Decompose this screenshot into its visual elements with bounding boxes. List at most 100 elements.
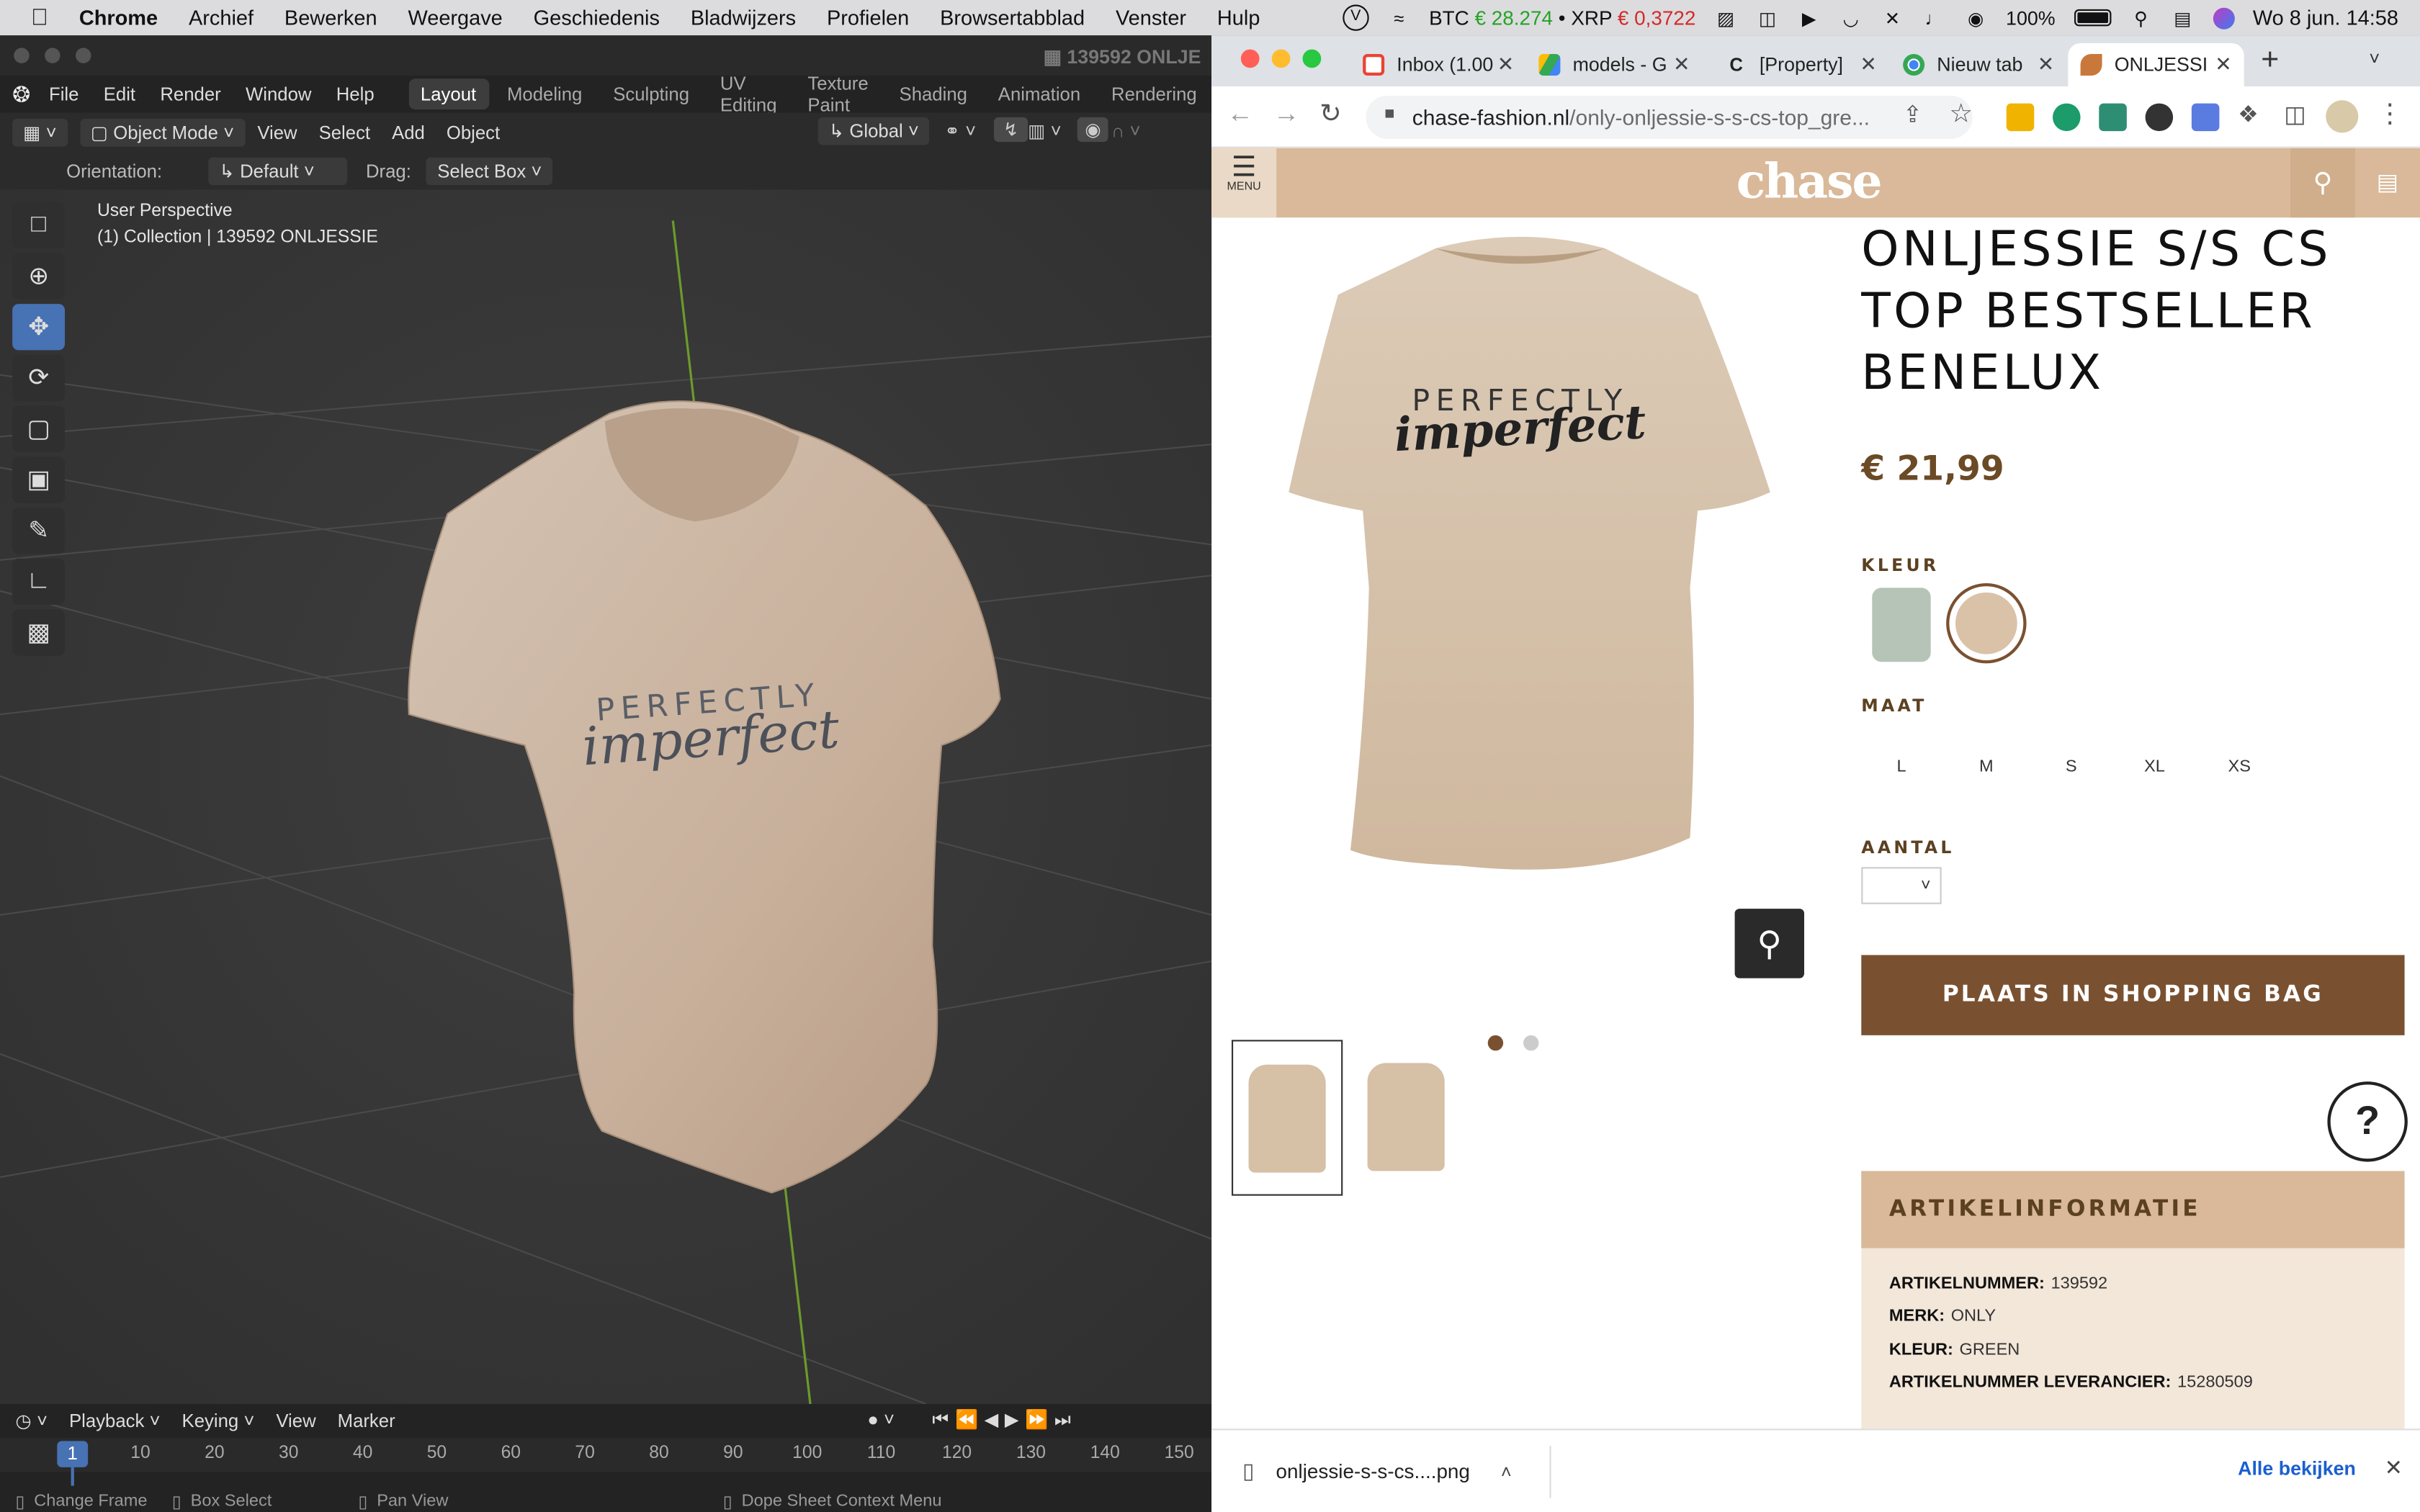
size-option-l[interactable]: L <box>1870 757 1932 776</box>
layout-icon[interactable]: ◫ <box>1756 7 1779 29</box>
3d-viewport[interactable]: PERFECTLY imperfect □ ⊕ ✥ ⟳ ▢ ▣ ✎ ∟ ▩ Us… <box>0 189 1212 1404</box>
close-download-bar-icon[interactable]: ✕ <box>2385 1455 2403 1481</box>
zoom-icon[interactable]: ⚲ <box>1734 909 1804 978</box>
measure-tool[interactable]: ∟ <box>12 558 66 605</box>
size-option-m[interactable]: M <box>1955 757 2017 776</box>
control-center-icon[interactable]: ▤ <box>2171 7 2194 29</box>
help-button[interactable]: ? <box>2327 1081 2408 1162</box>
annotate-tool[interactable]: ✎ <box>12 508 66 554</box>
tab-onljessie[interactable]: ONLJESSI ✕ <box>2068 43 2244 86</box>
menubar-item-venster[interactable]: Venster <box>1116 6 1186 30</box>
close-window-button[interactable] <box>1240 49 1260 68</box>
thumbnail-front[interactable] <box>1232 1040 1343 1196</box>
close-tab-icon[interactable]: ✕ <box>1497 53 1514 77</box>
add-to-bag-button[interactable]: PLAATS IN SHOPPING BAG <box>1861 955 2405 1035</box>
close-tab-icon[interactable]: ✕ <box>1860 53 1876 77</box>
lock-icon[interactable]: ▨ <box>1714 7 1737 29</box>
play-icon[interactable]: ▶ <box>1798 7 1821 29</box>
reload-icon[interactable]: ↻ <box>1319 99 1342 130</box>
select-box-tool[interactable]: □ <box>12 202 66 248</box>
sidepanel-icon[interactable]: ◫ <box>2284 100 2305 127</box>
quantity-select[interactable]: ˅ <box>1861 867 1942 904</box>
menubar-item-geschiedenis[interactable]: Geschiedenis <box>534 6 660 30</box>
timeline-menu-marker[interactable]: Marker <box>338 1410 395 1432</box>
header-menu-select[interactable]: Select <box>319 122 370 143</box>
download-filename[interactable]: onljessie-s-s-cs....png <box>1276 1459 1470 1482</box>
wifi-icon[interactable]: ◡ <box>1839 7 1863 29</box>
share-icon[interactable]: ⇪ <box>1903 100 1922 127</box>
menubar-clock[interactable]: Wo 8 jun. 14:58 <box>2253 6 2398 30</box>
extension-icon[interactable] <box>2053 103 2081 132</box>
tab-property[interactable]: C [Property] ✕ <box>1713 43 1889 86</box>
extension-icon[interactable] <box>2145 103 2174 132</box>
bluetooth-icon[interactable]: ✕ <box>1881 7 1904 29</box>
address-bar[interactable]: ■ chase-fashion.nl/only-onljessie-s-s-cs… <box>1366 95 1973 139</box>
extension-icon[interactable] <box>2099 103 2127 132</box>
move-tool[interactable]: ✥ <box>12 304 66 351</box>
orientation-dropdown[interactable]: ↳ Default ˅ <box>208 157 348 186</box>
crypto-ticker[interactable]: BTC € 28.274 • XRP € 0,3722 <box>1429 6 1695 30</box>
battery-percent[interactable]: 100% <box>2006 7 2056 29</box>
new-tab-button[interactable]: + <box>2261 43 2279 78</box>
pivot-icon[interactable]: ⚭ ˅ <box>944 120 976 142</box>
close-tab-icon[interactable]: ✕ <box>1673 53 1690 77</box>
zoom-window-button[interactable] <box>1302 49 1322 68</box>
menubar-item-weergave[interactable]: Weergave <box>408 6 502 30</box>
workspace-tab-modeling[interactable]: Modeling <box>495 78 595 109</box>
blender-logo-icon[interactable]: ❂ <box>12 81 30 107</box>
extension-icon[interactable] <box>2006 103 2035 132</box>
timeline-editor-icon[interactable]: ◷ ˅ <box>15 1410 48 1432</box>
avatar[interactable] <box>2326 100 2359 133</box>
menubar-item-profielen[interactable]: Profielen <box>827 6 909 30</box>
workspace-tab-sculpting[interactable]: Sculpting <box>601 78 702 109</box>
add-cube-tool[interactable]: ▩ <box>12 609 66 656</box>
header-menu-add[interactable]: Add <box>392 122 425 143</box>
show-all-downloads-link[interactable]: Alle bekijken <box>2238 1458 2356 1480</box>
menubar-item-archief[interactable]: Archief <box>189 6 254 30</box>
menubar-item-browsertabblad[interactable]: Browsertabblad <box>940 6 1085 30</box>
close-tab-icon[interactable]: ✕ <box>2038 53 2054 77</box>
workspace-tab-animation[interactable]: Animation <box>986 78 1093 109</box>
transform-tool[interactable]: ▣ <box>12 456 66 503</box>
menu-edit[interactable]: Edit <box>104 84 135 105</box>
extension-icon[interactable] <box>2191 103 2220 132</box>
search-icon[interactable]: ⚲ <box>2290 148 2355 218</box>
proportional-edit-icon[interactable]: ◉ <box>1077 117 1109 143</box>
snap-icon[interactable]: ↯ <box>994 117 1028 143</box>
apple-icon[interactable]:  <box>31 4 48 30</box>
bookmark-star-icon[interactable]: ☆ <box>1949 99 1973 130</box>
close-tab-icon[interactable]: ✕ <box>2215 53 2231 77</box>
lock-icon[interactable]: ■ <box>1384 105 1394 124</box>
minimize-window-button[interactable] <box>45 48 60 63</box>
color-swatch-beige[interactable] <box>1946 583 2027 664</box>
back-icon[interactable]: ← <box>1227 99 1253 130</box>
siri-icon[interactable] <box>2213 6 2235 29</box>
volume-icon[interactable]: ♩ <box>1922 7 1945 29</box>
menu-help[interactable]: Help <box>336 84 375 105</box>
tshirt-model[interactable] <box>0 190 1211 1404</box>
tab-inbox[interactable]: Inbox (1.00 ✕ <box>1350 43 1526 86</box>
timeline-menu-playback[interactable]: Playback ˅ <box>69 1410 161 1432</box>
tab-search-icon[interactable]: ˅ <box>2369 48 2380 69</box>
size-option-xs[interactable]: XS <box>2208 757 2270 776</box>
article-info-header[interactable]: ARTIKELINFORMATIE <box>1861 1171 2405 1248</box>
current-frame-indicator[interactable]: 1 <box>57 1441 89 1467</box>
antenna-icon[interactable]: ≈ <box>1387 7 1410 29</box>
editor-type-button[interactable]: ▦ ˅ <box>12 119 68 147</box>
blockchain-icon[interactable]: V <box>1343 4 1369 31</box>
menubar-item-bladwijzers[interactable]: Bladwijzers <box>691 6 796 30</box>
more-menu-icon[interactable]: ⋮ <box>2377 99 2403 130</box>
chevron-up-icon[interactable]: ˄ <box>1501 1460 1512 1482</box>
search-icon[interactable]: ⚲ <box>2129 7 2152 29</box>
workspace-tab-rendering[interactable]: Rendering <box>1099 78 1209 109</box>
cart-icon[interactable]: ▤ <box>2355 148 2420 217</box>
timeline-ruler[interactable]: 1 10 20 30 40 50 60 70 80 90 100 110 120 130 140 150 <box>0 1438 1212 1486</box>
object-mode-dropdown[interactable]: ▢ Object Mode ˅ <box>79 119 246 147</box>
record-icon[interactable]: ● ˅ <box>867 1408 895 1430</box>
forward-icon[interactable]: → <box>1273 99 1299 130</box>
menu-button[interactable]: ☰ MENU <box>1211 148 1277 218</box>
zoom-window-button[interactable] <box>76 48 91 63</box>
tab-models[interactable]: models - G ✕ <box>1526 43 1702 86</box>
menu-window[interactable]: Window <box>246 84 311 105</box>
scale-tool[interactable]: ▢ <box>12 405 66 452</box>
